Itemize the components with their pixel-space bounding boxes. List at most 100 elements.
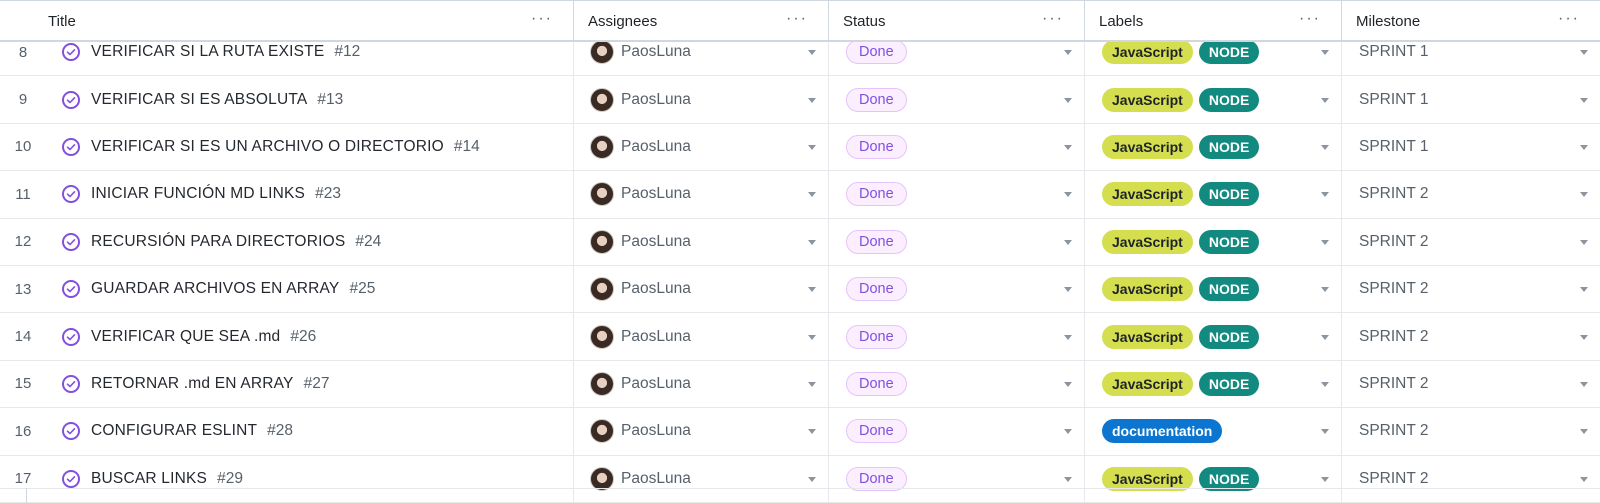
chevron-down-icon[interactable] [808, 287, 816, 293]
status-cell[interactable]: Done [829, 76, 1085, 123]
label-pill[interactable]: JavaScript [1102, 371, 1193, 396]
label-pill[interactable]: NODE [1198, 277, 1260, 302]
table-row[interactable]: 16 CONFIGURAR ESLINT #28 PaosLuna Done d… [0, 408, 1600, 456]
column-header-milestone[interactable]: Milestone ··· [1342, 1, 1600, 41]
chevron-down-icon[interactable] [1321, 97, 1329, 103]
milestone-cell[interactable]: SPRINT 1 [1342, 124, 1600, 170]
assignee-cell[interactable]: PaosLuna [574, 265, 829, 313]
chevron-down-icon[interactable] [1064, 381, 1072, 387]
label-pill[interactable]: JavaScript [1102, 134, 1193, 159]
labels-cell[interactable]: JavaScript NODE [1085, 76, 1342, 123]
chevron-down-icon[interactable] [808, 429, 816, 435]
chevron-down-icon[interactable] [1321, 476, 1329, 482]
assignee-cell[interactable]: PaosLuna [574, 360, 829, 408]
assignee-cell[interactable]: PaosLuna [574, 123, 829, 171]
chevron-down-icon[interactable] [1064, 144, 1072, 150]
label-pill[interactable]: documentation [1102, 419, 1223, 444]
table-row[interactable]: 9 VERIFICAR SI ES ABSOLUTA #13 PaosLuna … [0, 76, 1600, 124]
title-cell[interactable]: GUARDAR ARCHIVOS EN ARRAY #25 [46, 265, 574, 313]
table-row[interactable]: 15 RETORNAR .md EN ARRAY #27 PaosLuna Do… [0, 360, 1600, 409]
issue-title[interactable]: INICIAR FUNCIÓN MD LINKS [91, 185, 305, 203]
milestone-cell[interactable]: SPRINT 2 [1342, 456, 1600, 502]
title-cell[interactable]: CONFIGURAR ESLINT #28 [46, 408, 574, 455]
status-cell[interactable]: Done [829, 218, 1085, 265]
milestone-cell[interactable]: SPRINT 2 [1342, 266, 1600, 312]
assignee-cell[interactable]: PaosLuna [574, 313, 829, 360]
assignee-cell[interactable]: PaosLuna [574, 218, 829, 265]
milestone-cell[interactable]: SPRINT 1 [1342, 76, 1600, 122]
chevron-down-icon[interactable] [808, 239, 816, 245]
chevron-down-icon[interactable] [1321, 192, 1329, 198]
status-cell[interactable]: Done [829, 171, 1085, 218]
chevron-down-icon[interactable] [1321, 287, 1329, 293]
label-pill[interactable]: JavaScript [1102, 324, 1193, 349]
title-cell[interactable]: VERIFICAR SI ES UN ARCHIVO O DIRECTORIO … [46, 123, 574, 171]
chevron-down-icon[interactable] [1580, 476, 1588, 482]
status-cell[interactable]: Done [829, 455, 1085, 502]
assignee-cell[interactable]: PaosLuna [574, 408, 829, 455]
more-horizontal-icon[interactable]: ··· [1042, 11, 1064, 27]
chevron-down-icon[interactable] [1580, 144, 1588, 150]
assignee-cell[interactable]: PaosLuna [574, 171, 829, 218]
label-pill[interactable]: JavaScript [1102, 277, 1193, 302]
labels-cell[interactable]: JavaScript NODE [1085, 218, 1342, 265]
labels-cell[interactable]: documentation [1085, 408, 1342, 455]
table-row[interactable]: 13 GUARDAR ARCHIVOS EN ARRAY #25 PaosLun… [0, 265, 1600, 314]
status-cell[interactable]: Done [829, 360, 1085, 408]
labels-cell[interactable]: JavaScript NODE [1085, 123, 1342, 171]
label-pill[interactable]: JavaScript [1102, 229, 1193, 254]
title-cell[interactable]: RETORNAR .md EN ARRAY #27 [46, 360, 574, 408]
chevron-down-icon[interactable] [808, 50, 816, 56]
chevron-down-icon[interactable] [1580, 192, 1588, 198]
label-pill[interactable]: JavaScript [1102, 40, 1193, 65]
issue-title[interactable]: GUARDAR ARCHIVOS EN ARRAY [91, 280, 339, 298]
title-cell[interactable]: RECURSIÓN PARA DIRECTORIOS #24 [46, 218, 574, 265]
issue-title[interactable]: VERIFICAR QUE SEA .md [91, 328, 280, 346]
chevron-down-icon[interactable] [1580, 50, 1588, 56]
status-cell[interactable]: Done [829, 408, 1085, 455]
chevron-down-icon[interactable] [1580, 381, 1588, 387]
label-pill[interactable]: NODE [1198, 134, 1260, 159]
column-header-assignees[interactable]: Assignees ··· [574, 1, 829, 41]
chevron-down-icon[interactable] [808, 381, 816, 387]
chevron-down-icon[interactable] [808, 144, 816, 150]
label-pill[interactable]: JavaScript [1102, 87, 1193, 112]
chevron-down-icon[interactable] [1064, 429, 1072, 435]
chevron-down-icon[interactable] [1064, 287, 1072, 293]
chevron-down-icon[interactable] [1321, 50, 1329, 56]
labels-cell[interactable]: JavaScript NODE [1085, 265, 1342, 313]
chevron-down-icon[interactable] [1580, 97, 1588, 103]
table-row[interactable]: 17 BUSCAR LINKS #29 PaosLuna Done JavaSc… [0, 455, 1600, 503]
labels-cell[interactable]: JavaScript NODE [1085, 360, 1342, 408]
status-cell[interactable]: Done [829, 265, 1085, 313]
labels-cell[interactable]: JavaScript NODE [1085, 171, 1342, 218]
chevron-down-icon[interactable] [1580, 239, 1588, 245]
issue-title[interactable]: RECURSIÓN PARA DIRECTORIOS [91, 233, 345, 251]
title-cell[interactable]: VERIFICAR QUE SEA .md #26 [46, 313, 574, 360]
assignee-cell[interactable]: PaosLuna [574, 76, 829, 123]
chevron-down-icon[interactable] [1064, 239, 1072, 245]
label-pill[interactable]: JavaScript [1102, 182, 1193, 207]
table-row[interactable]: 10 VERIFICAR SI ES UN ARCHIVO O DIRECTOR… [0, 123, 1600, 172]
chevron-down-icon[interactable] [1321, 429, 1329, 435]
chevron-down-icon[interactable] [1064, 192, 1072, 198]
chevron-down-icon[interactable] [1580, 429, 1588, 435]
table-row[interactable]: 14 VERIFICAR QUE SEA .md #26 PaosLuna Do… [0, 313, 1600, 361]
chevron-down-icon[interactable] [1321, 381, 1329, 387]
issue-title[interactable]: CONFIGURAR ESLINT [91, 422, 257, 440]
column-header-status[interactable]: Status ··· [829, 1, 1085, 41]
issue-title[interactable]: BUSCAR LINKS [91, 470, 207, 488]
milestone-cell[interactable]: SPRINT 2 [1342, 408, 1600, 454]
table-row[interactable]: 11 INICIAR FUNCIÓN MD LINKS #23 PaosLuna… [0, 171, 1600, 219]
label-pill[interactable]: NODE [1198, 182, 1260, 207]
chevron-down-icon[interactable] [1321, 239, 1329, 245]
chevron-down-icon[interactable] [808, 192, 816, 198]
chevron-down-icon[interactable] [1580, 334, 1588, 340]
chevron-down-icon[interactable] [808, 334, 816, 340]
more-horizontal-icon[interactable]: ··· [786, 11, 808, 27]
issue-title[interactable]: VERIFICAR SI ES ABSOLUTA [91, 91, 307, 109]
label-pill[interactable]: NODE [1198, 229, 1260, 254]
status-cell[interactable]: Done [829, 123, 1085, 171]
more-horizontal-icon[interactable]: ··· [1558, 11, 1580, 27]
label-pill[interactable]: NODE [1198, 324, 1260, 349]
